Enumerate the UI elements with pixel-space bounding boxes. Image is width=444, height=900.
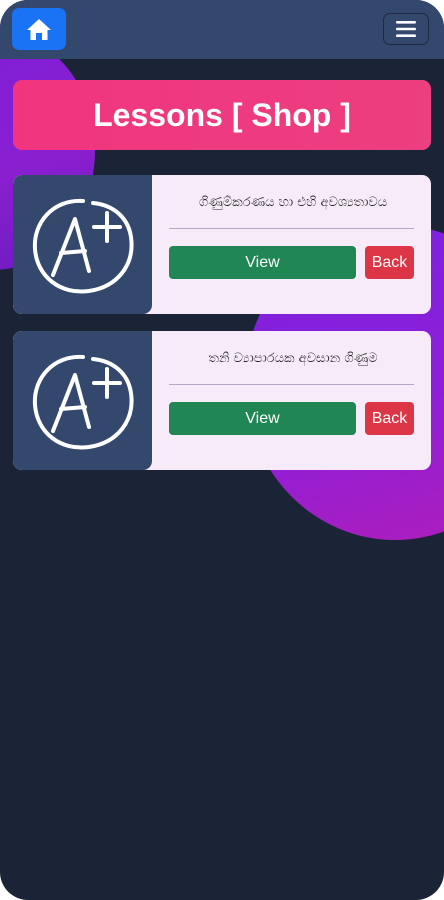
back-button[interactable]: Back (365, 402, 414, 435)
lesson-card: තනි ව්‍යාපාරයක අවසාන ගිණුම View Back (13, 331, 431, 470)
hamburger-menu-icon (396, 21, 416, 37)
a-plus-grade-icon (32, 354, 134, 450)
page-title-banner: Lessons [ Shop ] (13, 80, 431, 150)
app-screen: Lessons [ Shop ] ගිණුම්කරණය හා එහි අවශ්‍… (0, 0, 444, 900)
home-button[interactable] (12, 8, 66, 50)
home-icon (27, 19, 51, 40)
a-plus-grade-icon (32, 198, 134, 294)
view-button[interactable]: View (169, 246, 356, 279)
back-button[interactable]: Back (365, 246, 414, 279)
divider (169, 384, 414, 385)
menu-button[interactable] (383, 13, 429, 45)
lesson-title: තනි ව්‍යාපාරයක අවසාන ගිණුම (208, 351, 378, 366)
page-title: Lessons [ Shop ] (93, 96, 351, 133)
lesson-title: ගිණුම්කරණය හා එහි අවශ්‍යතාවය (198, 195, 388, 210)
lesson-thumbnail (13, 331, 152, 470)
lesson-thumbnail (13, 175, 152, 314)
lesson-card: ගිණුම්කරණය හා එහි අවශ්‍යතාවය View Back (13, 175, 431, 314)
top-navbar (0, 0, 444, 59)
view-button[interactable]: View (169, 402, 356, 435)
divider (169, 228, 414, 229)
